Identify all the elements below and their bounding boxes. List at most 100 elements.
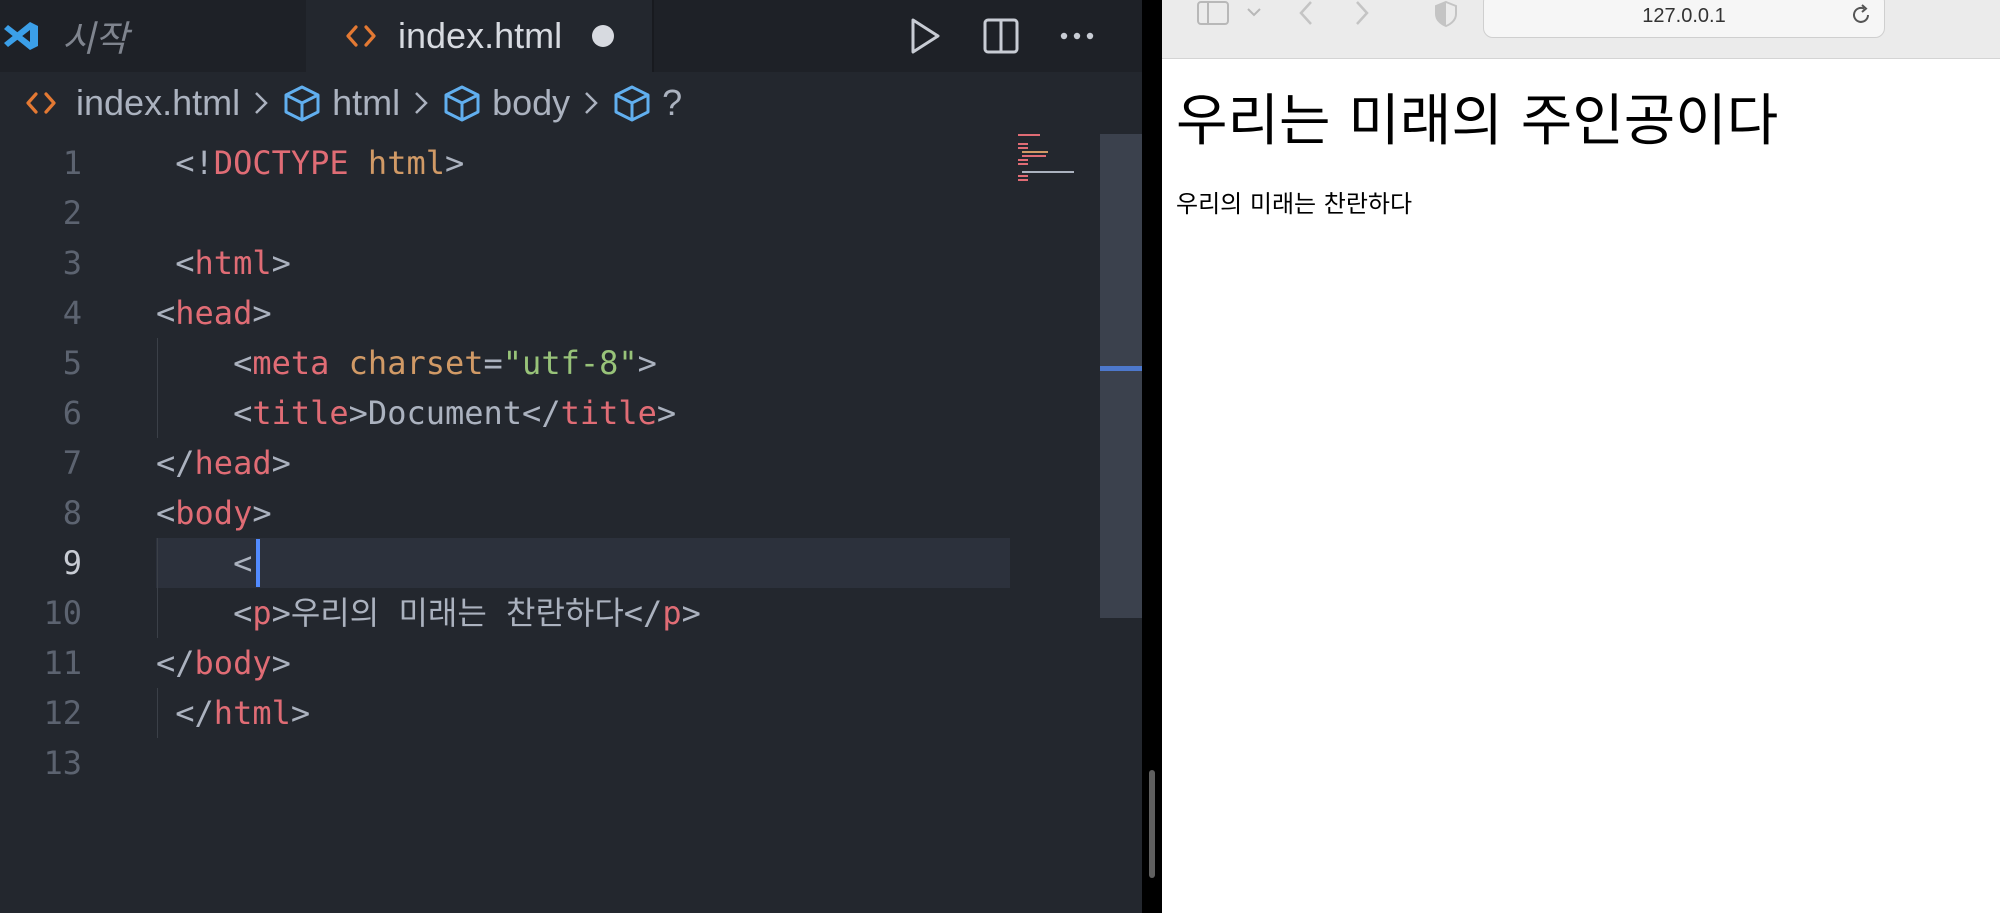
reload-icon[interactable] [1850,3,1872,27]
code-token: html [367,144,445,182]
code-line[interactable]: 8 <body> [0,488,1010,538]
code-token: > [681,594,701,632]
code-text: </body> [156,638,291,688]
tab-bar: 시작 index.html [0,0,1142,72]
tab-index-html[interactable]: index.html [306,0,654,72]
code-token: </ [156,644,195,682]
code-token: p [662,594,682,632]
split-editor-icon[interactable] [982,17,1020,55]
code-editor[interactable]: 시작 index.html index.html html body ? 1 <… [0,0,1142,913]
code-token: > [271,244,291,282]
code-line[interactable]: 1 <!DOCTYPE html> [0,138,1010,188]
line-number: 2 [62,194,82,232]
line-number: 4 [62,294,82,332]
code-token: < [156,244,195,282]
code-token: html [213,694,291,732]
code-token: </ [156,694,214,732]
more-actions-icon[interactable] [1060,31,1094,41]
chevron-right-icon [254,91,268,115]
code-token: > [656,394,677,432]
code-line[interactable]: 13 [0,738,1010,788]
code-token: < [156,294,176,332]
line-number: 12 [43,694,82,732]
code-token: charset [348,344,484,382]
code-token: meta [252,344,330,382]
code-token: < [156,494,176,532]
code-text: </head> [156,438,291,488]
minimap[interactable] [1016,134,1100,194]
chevron-down-icon[interactable] [1246,6,1262,18]
breadcrumb-item-body[interactable]: body [492,82,570,124]
code-token: <! [156,144,214,182]
cube-icon [282,84,322,122]
line-number: 1 [62,144,82,182]
code-token: body [194,644,272,682]
code-token: html [194,244,272,282]
code-token: < [156,344,253,382]
breadcrumb-item-file[interactable]: index.html [76,82,240,124]
code-line[interactable]: 10 <p>우리의 미래는 찬란하다</p> [0,588,1010,638]
code-token: < [156,594,253,632]
line-number: 7 [62,444,82,482]
code-text: <head> [156,288,272,338]
code-line[interactable]: 7 </head> [0,438,1010,488]
code-token: >우리의 미래는 찬란하다</ [271,594,663,632]
code-token: head [175,294,253,332]
code-token: >Document</ [348,394,561,432]
line-number: 9 [62,544,82,582]
line-number: 6 [62,394,82,432]
sidebar-toggle-icon[interactable] [1196,0,1230,26]
code-token: > [252,494,272,532]
line-number: 8 [62,494,82,532]
code-line[interactable]: 11 </body> [0,638,1010,688]
breadcrumb-item-unknown[interactable]: ? [662,82,682,124]
code-token: > [444,144,465,182]
code-text: <title>Document</title> [156,388,676,438]
vertical-scrollbar[interactable] [1100,134,1142,618]
code-line[interactable]: 12 </html> [0,688,1010,738]
tab-start[interactable]: 시작 [0,0,306,72]
code-text: <html> [156,238,291,288]
chevron-right-icon [584,91,598,115]
run-icon[interactable] [908,17,942,55]
code-line[interactable]: 2 [0,188,1010,238]
cube-icon [442,84,482,122]
back-icon[interactable] [1298,0,1314,26]
code-text: <meta charset="utf-8"> [156,338,657,388]
line-number: 13 [43,744,82,782]
code-token: > [637,344,657,382]
forward-icon[interactable] [1354,0,1370,26]
cube-icon [612,84,652,122]
text-cursor [256,539,260,587]
code-line[interactable]: 4 <head> [0,288,1010,338]
code-text: < [156,538,252,588]
line-number: 3 [62,244,82,282]
breadcrumb: index.html html body ? [0,72,1142,134]
code-line[interactable]: 6 <title>Document</title> [0,388,1010,438]
code-line[interactable]: 9 < [0,538,1010,588]
page-paragraph: 우리의 미래는 찬란하다 [1176,190,1413,218]
tab-label: 시작 [62,18,129,59]
code-line[interactable]: 3 <html> [0,238,1010,288]
code-text: <!DOCTYPE html> [156,138,464,188]
url-text: 127.0.0.1 [1642,5,1726,27]
line-number: 10 [43,594,82,632]
unsaved-dot-icon[interactable] [592,25,615,47]
tab-label: index.html [398,15,563,56]
code-line[interactable]: 5 <meta charset="utf-8"> [0,338,1010,388]
breadcrumb-item-html[interactable]: html [332,82,400,124]
editor-actions [908,0,1142,72]
code-token: > [271,644,291,682]
code-text: <body> [156,488,272,538]
scroll-handle[interactable] [1149,770,1155,878]
shield-icon[interactable] [1434,0,1458,28]
line-number: 5 [62,344,82,382]
code-token: </ [156,444,195,482]
code-token: DOCTYPE [213,144,349,182]
address-bar[interactable]: 127.0.0.1 [1483,0,1885,38]
code-token: title [560,394,657,432]
html-file-icon [346,24,376,48]
browser-window: 127.0.0.1 우리는 미래의 주인공이다 우리의 미래는 찬란하다 [1162,0,2000,913]
chevron-right-icon [414,91,428,115]
